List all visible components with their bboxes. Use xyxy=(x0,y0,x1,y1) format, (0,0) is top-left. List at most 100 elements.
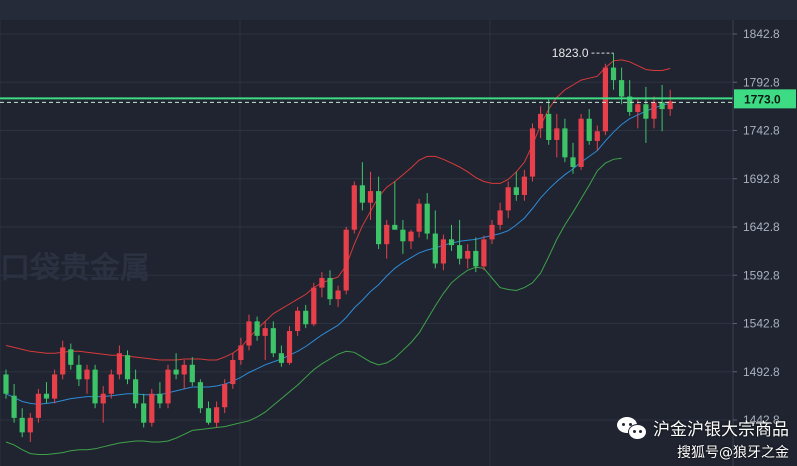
candle-body xyxy=(238,345,244,360)
tick-label: 1542.8 xyxy=(743,317,780,331)
candle-body xyxy=(351,185,357,230)
candle[interactable] xyxy=(165,364,171,409)
candle-body xyxy=(133,379,139,404)
candle-body xyxy=(538,113,544,129)
candle-body xyxy=(367,191,374,203)
candle-body xyxy=(521,176,527,195)
candle[interactable] xyxy=(602,63,608,136)
candle-body xyxy=(141,403,147,423)
candle[interactable] xyxy=(351,181,357,234)
candle-body xyxy=(116,353,122,375)
candle[interactable] xyxy=(286,326,293,365)
candle-body xyxy=(246,321,252,346)
candle-body xyxy=(278,353,284,363)
candle-body xyxy=(181,364,187,375)
candle-body xyxy=(546,113,552,140)
candle-body xyxy=(586,118,592,141)
candle-body xyxy=(554,128,560,140)
candle[interactable] xyxy=(343,226,349,295)
candle-body xyxy=(578,118,584,167)
candle-body xyxy=(52,374,58,399)
candle-body xyxy=(505,187,511,211)
candle-body xyxy=(619,80,625,97)
candle-body xyxy=(457,245,463,259)
candle-body xyxy=(222,384,228,408)
candle-body xyxy=(43,393,50,399)
candle-body xyxy=(408,231,414,242)
candle-body xyxy=(392,224,398,230)
candle-body xyxy=(659,102,665,110)
candle-body xyxy=(60,347,66,375)
price-axis[interactable]: 1842.8 1792.8 1742.8 1692.8 1642.8 1592.8 1542… xyxy=(732,20,797,466)
candle[interactable] xyxy=(578,113,584,170)
candle-body xyxy=(529,128,536,177)
chart-stage: 口袋贵金属 1823.0 1842.8 1792.8 1742.8 1692.8 164… xyxy=(0,0,797,466)
candle[interactable] xyxy=(311,282,317,327)
candle-body xyxy=(270,328,276,354)
candle-body xyxy=(465,250,471,259)
candle-body xyxy=(497,210,503,225)
candle-body xyxy=(189,364,195,383)
candle-body xyxy=(205,408,212,423)
candle[interactable] xyxy=(35,388,41,423)
candle-body xyxy=(84,369,90,380)
candle-body xyxy=(3,374,9,394)
candle-body xyxy=(108,374,114,394)
candle-body xyxy=(327,277,333,300)
candle-body xyxy=(635,104,641,112)
wechat-icon xyxy=(617,416,647,440)
candle-body xyxy=(124,355,131,380)
candle-body xyxy=(303,310,309,325)
tick-label: 1492.8 xyxy=(743,365,780,379)
candle-body xyxy=(489,224,495,240)
tick-label: 1742.8 xyxy=(743,124,780,138)
candle[interactable] xyxy=(92,364,98,409)
candle-body xyxy=(173,369,179,375)
candle[interactable] xyxy=(124,350,131,385)
candle-body xyxy=(416,203,422,232)
candle[interactable] xyxy=(149,388,155,427)
candle-body xyxy=(432,233,438,264)
candle-body xyxy=(19,417,25,433)
candle-body xyxy=(473,250,479,267)
candle-body xyxy=(27,417,33,433)
candle-body xyxy=(214,407,220,423)
candle-body xyxy=(68,349,74,365)
candle-body xyxy=(11,395,17,418)
candle[interactable] xyxy=(52,369,58,404)
peak-label: 1823.0 xyxy=(552,46,589,60)
tick-label: 1642.8 xyxy=(743,220,780,234)
candle-body xyxy=(197,382,203,409)
candle-body xyxy=(165,369,171,404)
candle-body xyxy=(643,104,649,119)
candle-body xyxy=(92,369,98,404)
candle-body xyxy=(651,102,657,119)
candlestick-chart: 口袋贵金属 1823.0 1842.8 1792.8 1742.8 1692.8 164… xyxy=(0,0,797,466)
candle-body xyxy=(594,131,600,141)
candle-body xyxy=(400,229,406,242)
candle[interactable] xyxy=(197,379,203,414)
tick-label: 1842.8 xyxy=(743,27,780,41)
candle-body xyxy=(602,67,608,132)
candle-body xyxy=(286,331,293,363)
candle-body xyxy=(335,290,341,300)
candle[interactable] xyxy=(416,198,422,238)
tick-label: 1592.8 xyxy=(743,268,780,282)
wechat-account-name: 沪金沪银大宗商品 xyxy=(653,420,789,440)
candle-body xyxy=(295,310,301,332)
candle-body xyxy=(570,157,576,167)
candle-body xyxy=(359,185,365,203)
candle-body xyxy=(513,187,519,195)
top-bar xyxy=(0,0,797,20)
candle[interactable] xyxy=(529,123,536,182)
wechat-watermark: 沪金沪银大宗商品 搜狐号@狼牙之金 xyxy=(617,415,789,462)
candle-body xyxy=(262,328,268,336)
candle-body xyxy=(562,128,568,158)
candle-body xyxy=(319,277,325,288)
candle-body xyxy=(149,393,155,423)
candle-body xyxy=(384,224,390,245)
candle[interactable] xyxy=(481,235,487,271)
candle-body xyxy=(440,239,446,264)
candle-body xyxy=(35,393,41,418)
candle-body xyxy=(424,203,430,234)
